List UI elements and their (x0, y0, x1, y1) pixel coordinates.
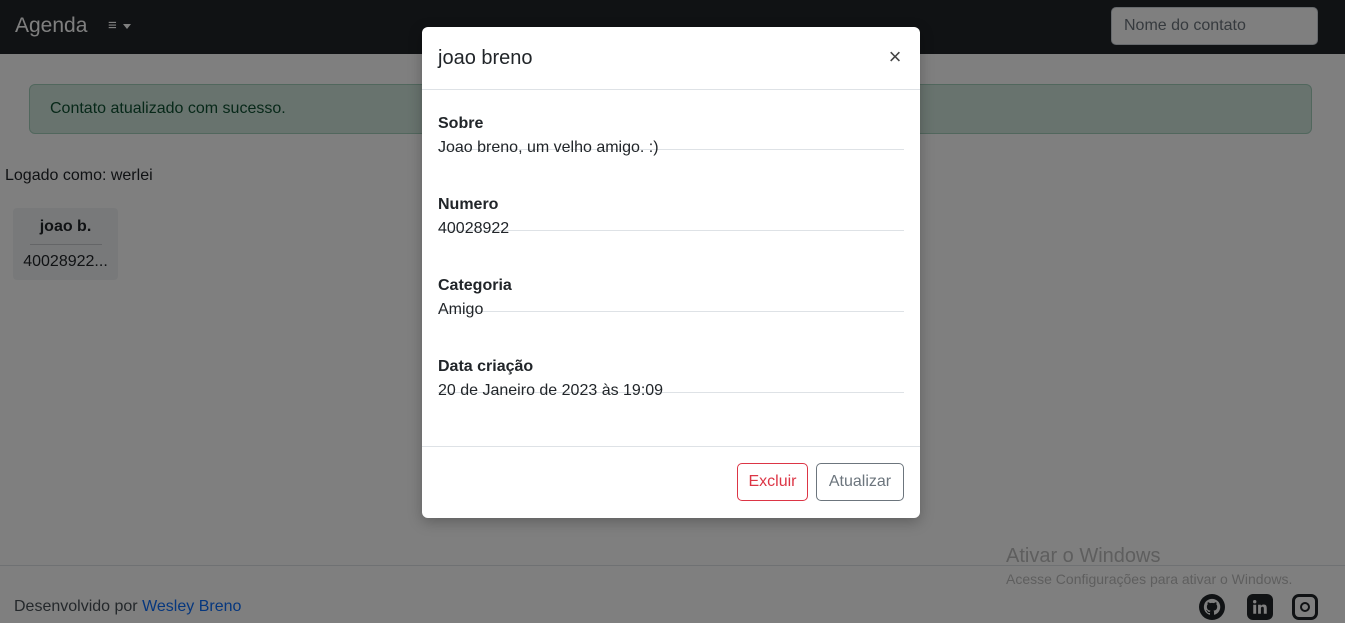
field-value-categoria: Amigo (438, 301, 484, 318)
contact-modal: joao breno × Sobre Joao breno, um velho … (422, 27, 920, 518)
field-label-data-criacao: Data criação (438, 358, 534, 375)
field-label-numero: Numero (438, 196, 499, 213)
close-icon[interactable]: × (884, 46, 906, 68)
modal-footer: Excluir Atualizar (422, 446, 920, 518)
update-button[interactable]: Atualizar (816, 463, 904, 501)
field-value-data-criacao: 20 de Janeiro de 2023 às 19:09 (438, 382, 664, 399)
modal-header: joao breno × (422, 27, 920, 90)
field-value-sobre: Joao breno, um velho amigo. :) (438, 139, 659, 156)
delete-button[interactable]: Excluir (737, 463, 808, 501)
modal-title: joao breno (438, 47, 533, 69)
field-value-numero: 40028922 (438, 220, 510, 237)
field-label-sobre: Sobre (438, 115, 484, 132)
field-label-categoria: Categoria (438, 277, 512, 294)
divider (438, 311, 904, 312)
